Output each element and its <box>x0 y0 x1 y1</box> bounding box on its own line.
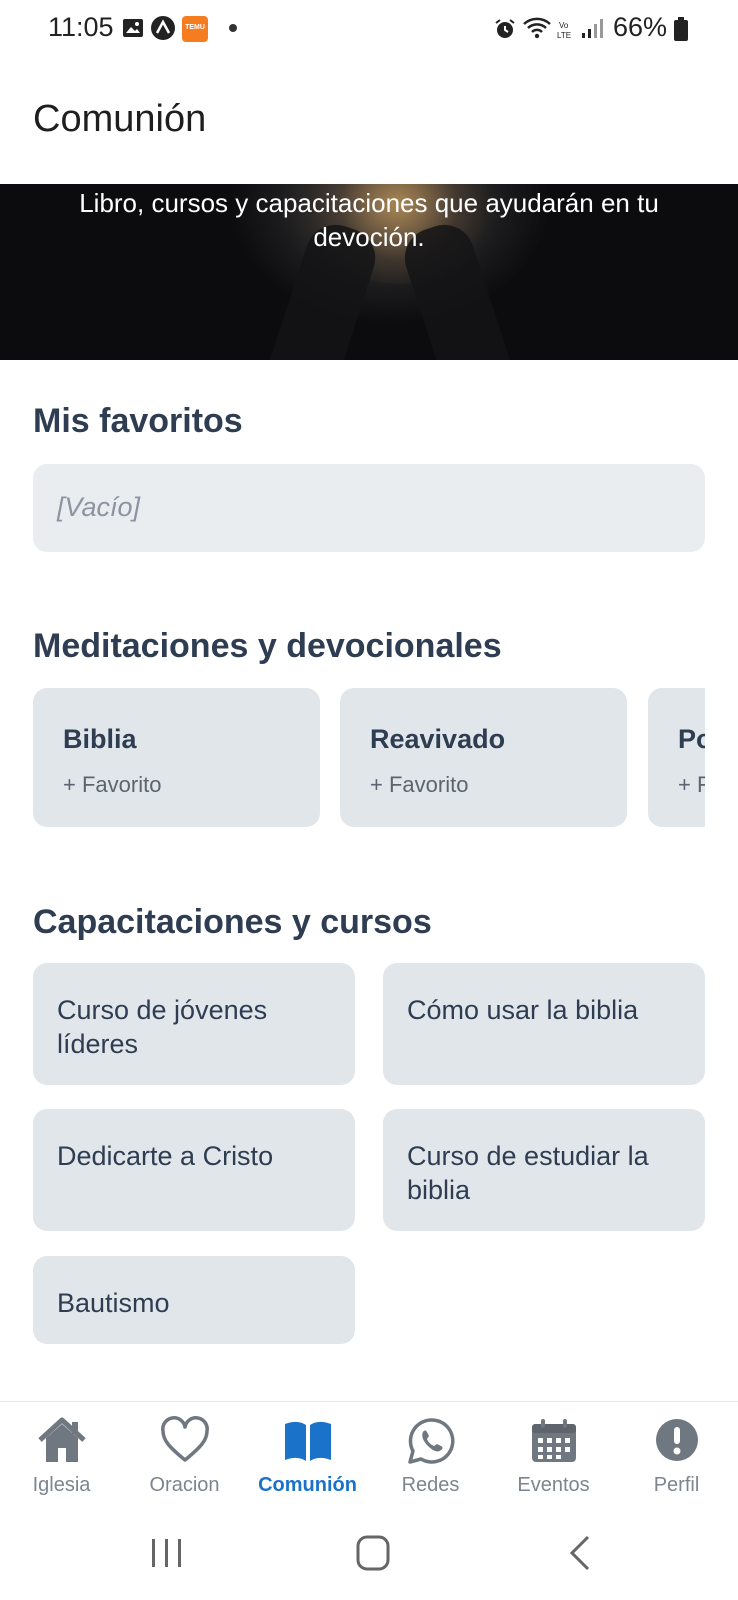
home-icon <box>38 1417 86 1462</box>
svg-text:Vo: Vo <box>559 21 569 30</box>
course-card[interactable]: Cómo usar la biblia <box>383 963 705 1085</box>
favorites-title: Mis favoritos <box>33 402 243 440</box>
favorites-empty-box: [Vacío] <box>33 464 705 552</box>
courses-title: Capacitaciones y cursos <box>33 903 432 941</box>
course-card[interactable]: Curso de estudiar la biblia <box>383 1109 705 1231</box>
meditation-card-partial[interactable]: Po + F <box>648 688 705 827</box>
tab-label: Eventos <box>517 1474 590 1496</box>
course-title: Bautismo <box>57 1288 170 1318</box>
notification-dot <box>229 24 237 32</box>
card-title: Biblia <box>63 724 137 754</box>
tab-label: Oracion <box>149 1474 220 1496</box>
book-icon <box>285 1421 331 1461</box>
alert-icon <box>656 1419 698 1461</box>
tab-oracion[interactable]: Oracion <box>123 1402 246 1502</box>
tab-eventos[interactable]: Eventos <box>492 1402 615 1502</box>
temu-icon: TEMU <box>182 16 208 42</box>
signal-icon <box>582 19 603 38</box>
tab-label: Iglesia <box>32 1474 91 1496</box>
tab-label: Perfil <box>653 1474 700 1496</box>
wifi-icon <box>523 17 551 39</box>
battery-icon <box>674 17 688 41</box>
course-title: Dedicarte a Cristo <box>57 1141 274 1171</box>
meditations-title: Meditaciones y devocionales <box>33 627 502 665</box>
volte-icon: Vo LTE <box>557 21 571 40</box>
tab-label: Comunión <box>258 1474 357 1496</box>
meditation-card-biblia[interactable]: Biblia + Favorito <box>33 688 320 827</box>
course-card[interactable]: Bautismo <box>33 1256 355 1344</box>
back-icon[interactable] <box>550 1531 610 1575</box>
hero-text: Libro, cursos y capacitaciones que ayuda… <box>79 188 659 252</box>
course-card[interactable]: Dedicarte a Cristo <box>33 1109 355 1231</box>
alarm-icon <box>495 19 515 38</box>
system-navigation-bar <box>0 1501 738 1600</box>
image-icon <box>123 19 143 37</box>
meditation-card-reavivado[interactable]: Reavivado + Favorito <box>340 688 627 827</box>
tab-redes[interactable]: Redes <box>369 1402 492 1502</box>
course-title: Cómo usar la biblia <box>407 995 639 1025</box>
tab-comunion[interactable]: Comunión <box>246 1402 369 1502</box>
tab-perfil[interactable]: Perfil <box>615 1402 738 1502</box>
tab-iglesia[interactable]: Iglesia <box>0 1402 123 1502</box>
course-title: Curso de jóvenes líderes <box>57 995 268 1059</box>
page-title: Comunión <box>33 98 207 140</box>
add-favorite-button[interactable]: + F <box>678 772 705 798</box>
calendar-icon <box>532 1419 576 1462</box>
heart-icon <box>161 1416 209 1462</box>
hero-banner: Libro, cursos y capacitaciones que ayuda… <box>0 184 738 360</box>
add-favorite-button[interactable]: + Favorito <box>63 772 161 798</box>
add-favorite-button[interactable]: + Favorito <box>370 772 468 798</box>
favorites-empty-text: [Vacío] <box>57 492 141 522</box>
recents-icon[interactable] <box>137 1531 197 1575</box>
tab-label: Redes <box>401 1474 460 1496</box>
status-time: 11:05 <box>48 12 114 42</box>
battery-percentage: 66% <box>613 12 668 42</box>
home-button-icon[interactable] <box>343 1531 403 1575</box>
card-title: Po <box>678 724 705 754</box>
meditations-carousel[interactable]: Biblia + Favorito Reavivado + Favorito P… <box>33 688 705 828</box>
whatsapp-icon <box>408 1418 455 1464</box>
course-card[interactable]: Curso de jóvenes líderes <box>33 963 355 1085</box>
app-a-icon <box>151 16 175 40</box>
card-title: Reavivado <box>370 724 506 754</box>
svg-text:LTE: LTE <box>557 31 571 40</box>
course-title: Curso de estudiar la biblia <box>407 1141 649 1205</box>
status-bar: 11:05 TEMU Vo LTE 66% <box>0 0 738 56</box>
bottom-tab-bar: Iglesia Oracion Comunión Redes Eventos P… <box>0 1401 738 1501</box>
